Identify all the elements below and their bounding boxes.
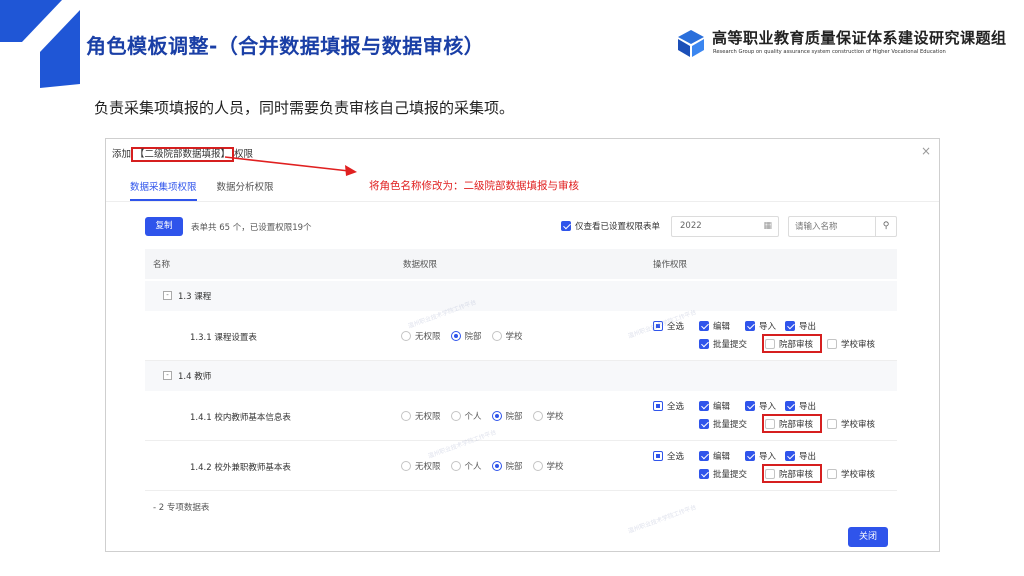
group-label: 2 专项数据表 bbox=[158, 503, 210, 513]
dept-review-highlight bbox=[762, 414, 822, 433]
slide-subtitle: 负责采集项填报的人员，同时需要负责审核自己填报的采集项。 bbox=[94, 99, 515, 117]
dept-review-highlight bbox=[762, 464, 822, 483]
radio-dept[interactable]: 院部 bbox=[450, 330, 482, 342]
item-name: 1.4.1 校内教师基本信息表 bbox=[190, 413, 291, 423]
tab-bar: 数据采集项权限 数据分析权限 bbox=[130, 179, 274, 201]
op-permissions: 全选 编辑 导入 导出 批量提交 院部审核 学校审核 bbox=[653, 400, 893, 436]
import-checkbox[interactable]: 导入 bbox=[745, 400, 776, 412]
table-row: 1.4.2 校外兼职教师基本表 无权限 个人 院部 学校 全选 编辑 导入 导出… bbox=[145, 441, 897, 491]
dialog-title-role-name: 【二级院部数据填报】 bbox=[131, 147, 235, 162]
edit-checkbox[interactable]: 编辑 bbox=[699, 450, 730, 462]
op-permissions: 全选 编辑 导入 导出 批量提交 院部审核 学校审核 bbox=[653, 450, 893, 486]
watermark-text: 温州职业技术学院工作平台 bbox=[627, 503, 698, 536]
collapse-icon[interactable]: - bbox=[163, 371, 172, 380]
school-review-checkbox[interactable]: 学校审核 bbox=[827, 338, 875, 350]
op-permissions: 全选 编辑 导入 导出 批量提交 院部审核 学校审核 bbox=[653, 320, 893, 356]
header-op-permission: 操作权限 bbox=[653, 260, 688, 270]
dialog-toolbar: 复制 表单共 65 个，已设置权限19个 仅查看已设置权限表单 2022 ▦ ⚲ bbox=[145, 216, 915, 238]
group-label: 1.4 教师 bbox=[178, 372, 212, 382]
radio-school[interactable]: 学校 bbox=[532, 460, 564, 472]
slide-title: 角色模板调整-（合并数据填报与数据审核） bbox=[86, 34, 485, 58]
tab-analysis-permission[interactable]: 数据分析权限 bbox=[217, 179, 274, 201]
annotation-arrow-icon bbox=[224, 156, 357, 176]
dialog-title-prefix: 添加 bbox=[112, 149, 132, 160]
radio-none[interactable]: 无权限 bbox=[401, 460, 441, 472]
import-checkbox[interactable]: 导入 bbox=[745, 320, 776, 332]
school-review-checkbox[interactable]: 学校审核 bbox=[827, 468, 875, 480]
select-all-checkbox[interactable]: 全选 bbox=[653, 400, 684, 412]
radio-dept[interactable]: 院部 bbox=[491, 410, 523, 422]
school-review-checkbox[interactable]: 学校审核 bbox=[827, 418, 875, 430]
batch-submit-checkbox[interactable]: 批量提交 bbox=[699, 338, 747, 350]
edit-checkbox[interactable]: 编辑 bbox=[699, 320, 730, 332]
item-name: 1.4.2 校外兼职教师基本表 bbox=[190, 463, 291, 473]
calendar-icon: ▦ bbox=[763, 221, 772, 231]
radio-personal[interactable]: 个人 bbox=[450, 410, 482, 422]
item-name: 1.3.1 课程设置表 bbox=[190, 333, 257, 343]
radio-none[interactable]: 无权限 bbox=[401, 410, 441, 422]
radio-school[interactable]: 学校 bbox=[532, 410, 564, 422]
radio-none[interactable]: 无权限 bbox=[401, 330, 441, 342]
close-button[interactable]: 关闭 bbox=[848, 527, 888, 547]
cube-logo-icon bbox=[678, 30, 704, 57]
export-checkbox[interactable]: 导出 bbox=[785, 450, 816, 462]
copy-button[interactable]: 复制 bbox=[145, 217, 183, 236]
batch-submit-checkbox[interactable]: 批量提交 bbox=[699, 418, 747, 430]
tab-divider bbox=[106, 201, 939, 202]
group-row-special[interactable]: - 2 专项数据表 bbox=[153, 501, 209, 513]
dept-review-highlight bbox=[762, 334, 822, 353]
group-row-course[interactable]: - 1.3 课程 bbox=[145, 281, 897, 311]
only-set-checkbox[interactable] bbox=[561, 221, 571, 231]
form-count-text: 表单共 65 个，已设置权限19个 bbox=[191, 223, 312, 233]
data-permission-radios: 无权限 院部 学校 bbox=[401, 330, 523, 342]
group-label: 1.3 课程 bbox=[178, 292, 212, 302]
data-permission-radios: 无权限 个人 院部 学校 bbox=[401, 410, 564, 422]
year-picker[interactable]: 2022 ▦ bbox=[671, 216, 779, 237]
group-row-teacher[interactable]: - 1.4 教师 bbox=[145, 361, 897, 391]
data-permission-radios: 无权限 个人 院部 学校 bbox=[401, 460, 564, 472]
select-all-checkbox[interactable]: 全选 bbox=[653, 450, 684, 462]
search-input[interactable] bbox=[788, 216, 876, 237]
table-header: 名称 数据权限 操作权限 bbox=[145, 249, 897, 279]
logo-name-cn: 高等职业教育质量保证体系建设研究课题组 bbox=[712, 29, 1007, 47]
header-data-permission: 数据权限 bbox=[403, 260, 438, 270]
annotation-text: 将角色名称修改为：二级院部数据填报与审核 bbox=[369, 180, 579, 192]
export-checkbox[interactable]: 导出 bbox=[785, 400, 816, 412]
only-set-filter[interactable]: 仅查看已设置权限表单 bbox=[561, 220, 660, 232]
research-group-logo: 高等职业教育质量保证体系建设研究课题组 Research Group on qu… bbox=[676, 24, 1016, 64]
year-value: 2022 bbox=[680, 221, 702, 231]
export-checkbox[interactable]: 导出 bbox=[785, 320, 816, 332]
logo-name-en: Research Group on quality assurance syst… bbox=[713, 49, 946, 55]
edit-checkbox[interactable]: 编辑 bbox=[699, 400, 730, 412]
collapse-icon[interactable]: - bbox=[163, 291, 172, 300]
only-set-label: 仅查看已设置权限表单 bbox=[575, 222, 661, 232]
header-name: 名称 bbox=[153, 260, 171, 270]
tab-collection-permission[interactable]: 数据采集项权限 bbox=[130, 179, 197, 201]
radio-dept[interactable]: 院部 bbox=[491, 460, 523, 472]
search-icon[interactable]: ⚲ bbox=[875, 216, 897, 237]
table-row: 1.4.1 校内教师基本信息表 无权限 个人 院部 学校 全选 编辑 导入 导出… bbox=[145, 391, 897, 441]
close-icon[interactable]: × bbox=[921, 144, 931, 158]
corner-decoration bbox=[0, 0, 80, 88]
table-row: 1.3.1 课程设置表 无权限 院部 学校 全选 编辑 导入 导出 批量提交 院… bbox=[145, 311, 897, 361]
batch-submit-checkbox[interactable]: 批量提交 bbox=[699, 468, 747, 480]
permission-dialog: 添加 【二级院部数据填报】 权限 × 数据采集项权限 数据分析权限 复制 表单共 6… bbox=[105, 138, 940, 552]
radio-school[interactable]: 学校 bbox=[491, 330, 523, 342]
import-checkbox[interactable]: 导入 bbox=[745, 450, 776, 462]
radio-personal[interactable]: 个人 bbox=[450, 460, 482, 472]
